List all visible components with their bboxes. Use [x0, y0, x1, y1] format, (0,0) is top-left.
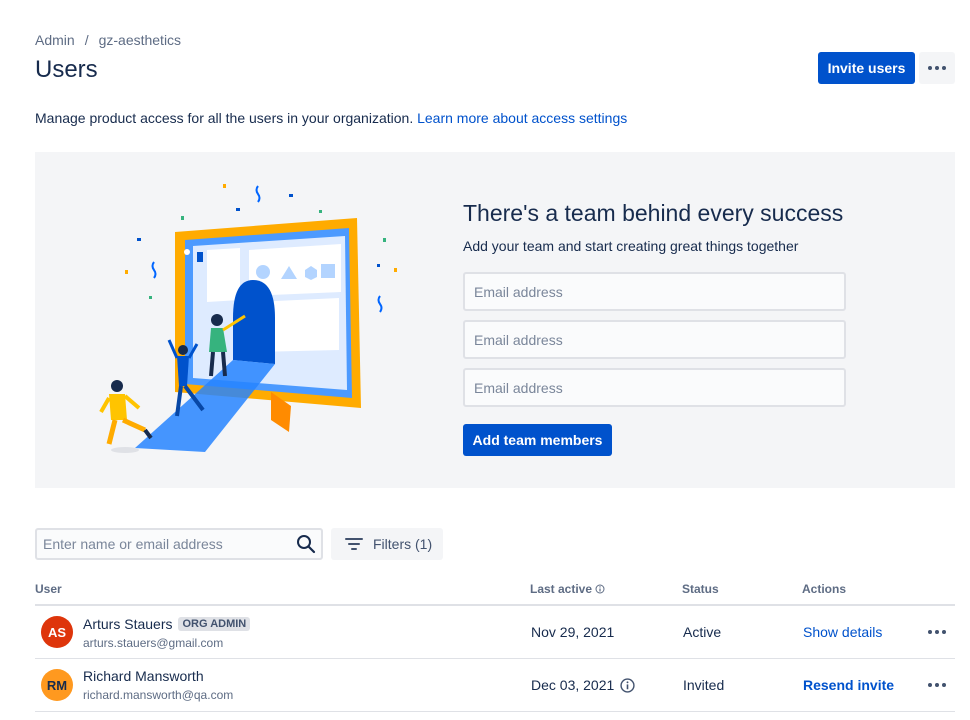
column-header-user: User	[35, 582, 62, 596]
more-icon	[928, 66, 946, 70]
email-field-3[interactable]	[463, 368, 846, 407]
user-name-text: Richard Mansworth	[83, 668, 204, 684]
last-active-cell: Nov 29, 2021	[531, 624, 615, 640]
column-header-last-active[interactable]: Last active	[530, 582, 605, 596]
more-icon	[928, 683, 946, 687]
team-illustration-icon	[99, 184, 397, 453]
breadcrumb: Admin / gz-aesthetics	[35, 32, 181, 48]
org-admin-badge: ORG ADMIN	[178, 617, 251, 631]
promo-subtitle: Add your team and start creating great t…	[463, 238, 799, 254]
row-more-button[interactable]	[923, 675, 951, 695]
user-email: richard.mansworth@qa.com	[83, 688, 234, 702]
row-divider	[35, 658, 955, 659]
invite-users-button[interactable]: Invite users	[818, 52, 915, 84]
row-divider	[35, 711, 955, 712]
row-more-button[interactable]	[923, 622, 951, 642]
search-icon[interactable]	[291, 530, 321, 558]
more-icon	[928, 630, 946, 634]
add-team-panel: There's a team behind every success Add …	[35, 152, 955, 488]
description-text: Manage product access for all the users …	[35, 110, 414, 126]
info-icon	[595, 584, 605, 594]
resend-invite-link[interactable]: Resend invite	[803, 677, 894, 693]
column-header-status: Status	[682, 582, 719, 596]
user-name-text: Arturs Stauers	[83, 616, 173, 632]
search-field	[35, 528, 323, 560]
more-actions-button[interactable]	[919, 52, 955, 84]
filters-label: Filters (1)	[373, 536, 433, 552]
page-description: Manage product access for all the users …	[35, 110, 627, 126]
info-icon[interactable]	[620, 677, 635, 693]
column-header-user-label: User	[35, 582, 62, 596]
status-cell: Invited	[683, 677, 725, 693]
learn-more-link[interactable]: Learn more about access settings	[417, 110, 627, 126]
last-active-text: Dec 03, 2021	[531, 677, 615, 693]
breadcrumb-org[interactable]: gz-aesthetics	[99, 32, 181, 48]
user-email: arturs.stauers@gmail.com	[83, 636, 224, 650]
column-header-actions-label: Actions	[802, 582, 847, 596]
email-field-2[interactable]	[463, 320, 846, 359]
add-team-members-button[interactable]: Add team members	[463, 424, 612, 456]
search-input[interactable]	[37, 530, 291, 558]
promo-title: There's a team behind every success	[463, 200, 844, 226]
status-cell: Active	[683, 624, 722, 640]
show-details-link[interactable]: Show details	[803, 624, 882, 640]
email-field-1[interactable]	[463, 272, 846, 311]
column-header-last-active-label: Last active	[530, 582, 593, 596]
avatar: AS	[41, 616, 73, 648]
breadcrumb-separator: /	[84, 32, 89, 48]
column-header-actions: Actions	[802, 582, 846, 596]
filters-button[interactable]: Filters (1)	[331, 528, 443, 560]
filter-icon	[345, 538, 363, 550]
breadcrumb-admin[interactable]: Admin	[35, 32, 75, 48]
user-name: Arturs Stauers ORG ADMIN	[83, 616, 251, 632]
page-title: Users	[35, 56, 98, 83]
column-header-status-label: Status	[682, 582, 719, 596]
table-header-divider	[35, 604, 955, 606]
avatar: RM	[41, 669, 73, 701]
last-active-cell: Dec 03, 2021	[531, 677, 635, 693]
user-name: Richard Mansworth	[83, 668, 204, 684]
